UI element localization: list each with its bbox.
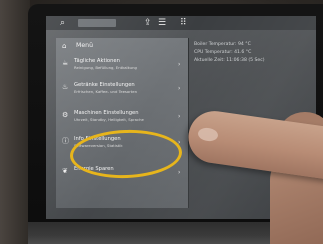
menu-item-subtitle: Reinigung, Befüllung, Entkalkung bbox=[74, 65, 137, 70]
status-panel: Boiler Temperatur: 94 °C CPU Temperatur:… bbox=[194, 41, 314, 65]
side-menu: ⌂ Menü ☕ Tägliche Aktionen Reinigung, Be… bbox=[56, 38, 189, 208]
background-wall bbox=[0, 0, 30, 244]
menu-item-title: Getränke Einstellungen bbox=[74, 82, 135, 88]
gear-icon: ⚙ bbox=[62, 111, 69, 119]
menu-item-title: Tägliche Aktionen bbox=[74, 58, 120, 64]
chevron-right-icon: › bbox=[178, 61, 181, 68]
list-icon[interactable]: ☰ bbox=[158, 18, 166, 28]
grid-icon[interactable]: ⠿ bbox=[180, 18, 187, 28]
menu-item-subtitle: Uhrzeit, Standby, Helligkeit, Sprache bbox=[74, 117, 144, 122]
chevron-right-icon: › bbox=[178, 169, 181, 176]
info-icon: ⓘ bbox=[62, 137, 69, 145]
chevron-right-icon: › bbox=[178, 113, 181, 120]
menu-item-subtitle: Erfrischen, Kaffee- und Teesorten bbox=[74, 89, 138, 94]
coffee-cup-icon: ☕ bbox=[62, 59, 69, 67]
screen-topbar: ⌕ ⇪ ☰ ⠿ bbox=[46, 16, 316, 30]
cup-icon: ♨ bbox=[62, 83, 69, 91]
leaf-icon: ❦ bbox=[62, 167, 68, 175]
photo-scene: ⌕ ⇪ ☰ ⠿ Boiler Temperatur: 94 °C CPU Tem… bbox=[0, 0, 323, 244]
menu-item-daily-actions[interactable]: ☕ Tägliche Aktionen Reinigung, Befüllung… bbox=[56, 58, 188, 80]
search-icon[interactable]: ⌕ bbox=[60, 18, 65, 28]
usb-icon[interactable]: ⇪ bbox=[144, 18, 152, 28]
boiler-temperature: Boiler Temperatur: 94 °C bbox=[194, 42, 251, 47]
menu-item-drink-settings[interactable]: ♨ Getränke Einstellungen Erfrischen, Kaf… bbox=[56, 82, 188, 106]
menu-item-title: Maschinen Einstellungen bbox=[74, 110, 139, 116]
search-input[interactable] bbox=[78, 19, 116, 27]
chevron-right-icon: › bbox=[178, 85, 181, 92]
menu-header: ⌂ Menü bbox=[56, 38, 188, 54]
current-time: Aktuelle Zeit: 11:06:38 (5 Sec) bbox=[194, 58, 265, 63]
menu-title: Menü bbox=[76, 42, 93, 49]
home-icon[interactable]: ⌂ bbox=[62, 42, 66, 50]
cpu-temperature: CPU Temperatur: 41.6 °C bbox=[194, 50, 252, 55]
